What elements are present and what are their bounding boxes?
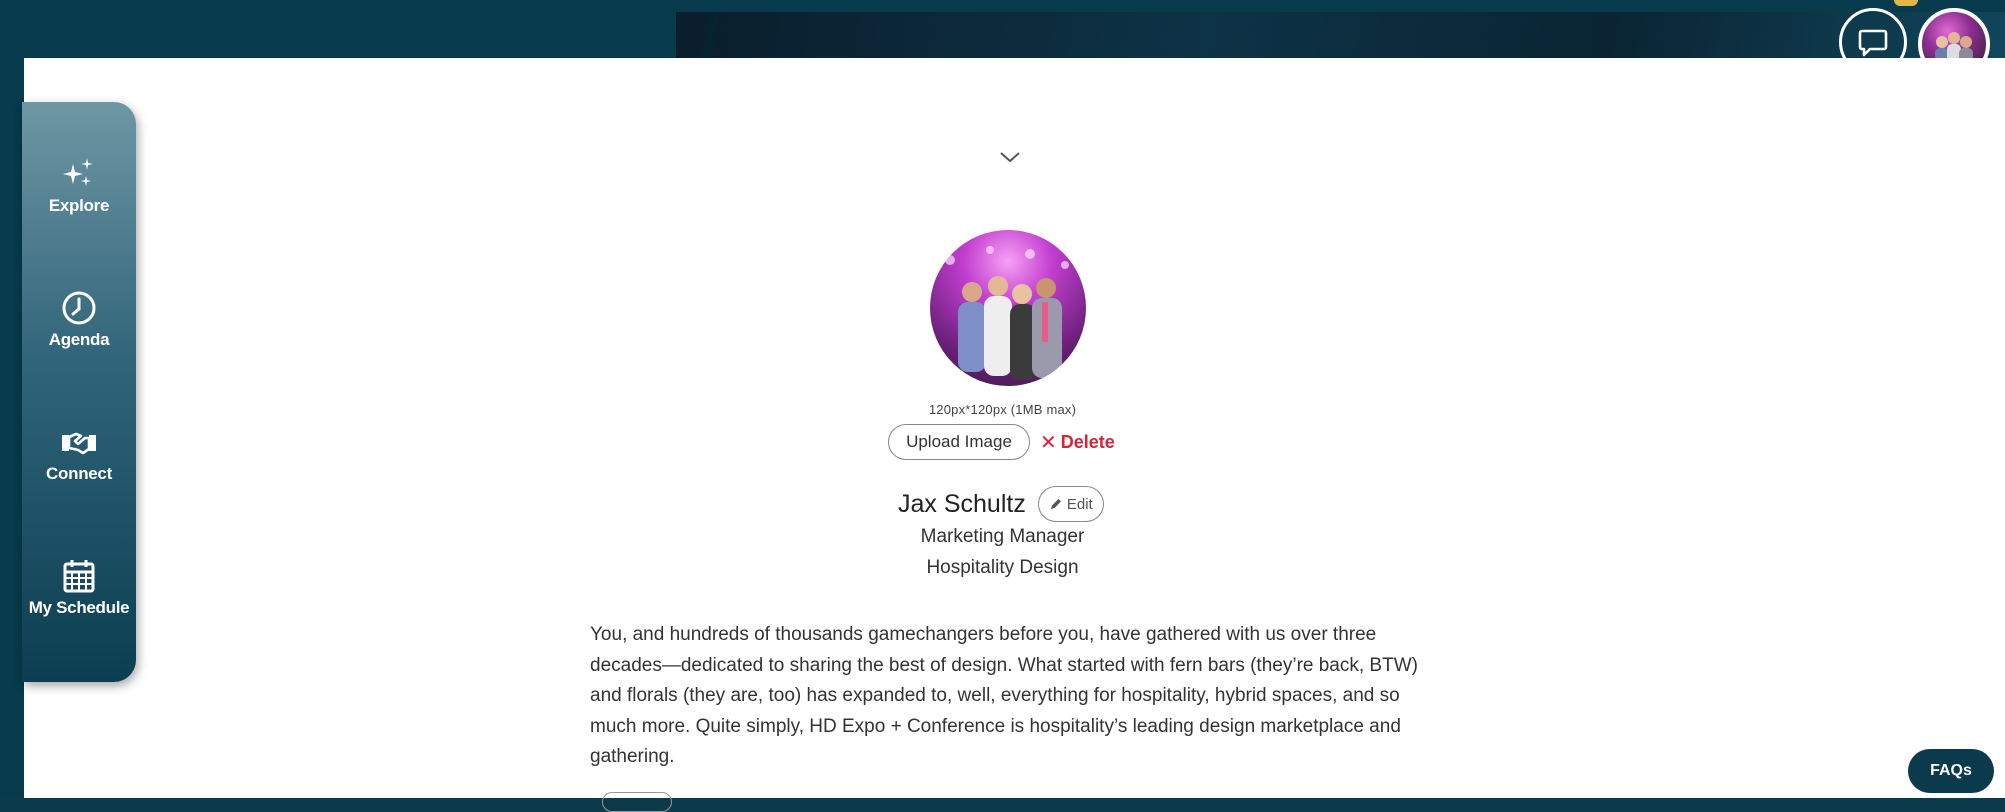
upload-image-label: Upload Image: [906, 432, 1012, 451]
profile-photo-image: [945, 246, 1069, 380]
job-title: Marketing Manager: [920, 526, 1085, 547]
nav-my-schedule-label: My Schedule: [28, 598, 130, 617]
left-edge-strip: [0, 58, 24, 798]
nav-explore-label: Explore: [48, 196, 110, 215]
name-row: Jax Schultz Edit: [898, 486, 1104, 522]
faqs-label: FAQs: [1930, 762, 1972, 779]
profile-photo[interactable]: [930, 230, 1086, 386]
nav-agenda-label: Agenda: [48, 330, 110, 349]
sparkles-icon: [63, 158, 93, 186]
chevron-down-icon[interactable]: [998, 150, 1022, 164]
side-navigation: Explore Agenda Connect My Schedule: [22, 102, 136, 682]
delete-label: Delete: [1060, 431, 1115, 452]
nav-connect-label: Connect: [46, 464, 112, 483]
delete-image-button[interactable]: ✕ Delete: [1040, 430, 1115, 454]
notification-badge: [1894, 0, 1918, 6]
header-banner-image: [676, 12, 2005, 58]
close-icon: ✕: [1040, 431, 1057, 454]
upload-image-button[interactable]: Upload Image: [888, 424, 1030, 460]
profile-bio: You, and hundreds of thousands gamechang…: [590, 624, 1418, 767]
company-name: Hospitality Design: [926, 557, 1079, 578]
edit-label: Edit: [1066, 495, 1093, 513]
image-size-hint: 120px*120px (1MB max): [928, 402, 1077, 417]
nav-connect[interactable]: Connect: [22, 422, 136, 484]
faqs-button[interactable]: FAQs: [1908, 749, 1994, 793]
partial-button[interactable]: [602, 792, 672, 812]
chat-bubble-icon: [1858, 29, 1888, 57]
edit-profile-button[interactable]: Edit: [1037, 486, 1104, 522]
profile-name: Jax Schultz: [898, 489, 1026, 518]
handshake-icon: [62, 432, 96, 455]
clock-icon: [62, 291, 96, 325]
nav-explore[interactable]: Explore: [22, 154, 136, 216]
nav-agenda[interactable]: Agenda: [22, 288, 136, 350]
pencil-icon: [1050, 499, 1061, 509]
